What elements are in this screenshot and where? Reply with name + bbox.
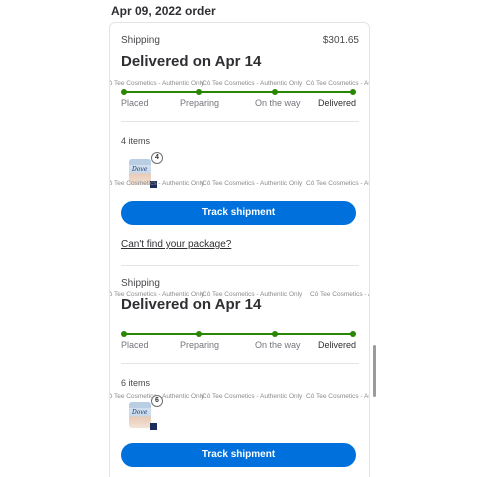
- divider: [121, 121, 359, 122]
- shipping-method-label: Shipping: [121, 35, 160, 46]
- progress-dot-delivered: [350, 331, 356, 337]
- progress-dot-on-the-way: [272, 89, 278, 95]
- product-brand-logo: Dove: [132, 409, 148, 416]
- item-quantity-badge: 4: [151, 152, 163, 164]
- watermark: Cô Tee Cosmetics - Authentic Only: [202, 80, 303, 87]
- progress-dot-placed: [121, 89, 127, 95]
- order-total: $301.65: [322, 35, 359, 46]
- divider: [121, 363, 359, 364]
- watermark: Cô Tee Cosmetics - Authentic Only: [306, 393, 369, 400]
- step-placed: Placed: [121, 340, 149, 350]
- delivery-status: Delivered on Apr 14: [121, 296, 262, 313]
- step-on-the-way: On the way: [255, 98, 301, 108]
- step-placed: Placed: [121, 98, 149, 108]
- shipping-method-label: Shipping: [121, 278, 160, 289]
- items-count: 4 items: [121, 136, 151, 146]
- item-quantity-badge: 6: [151, 395, 163, 407]
- watermark: Cô Tee Cosmetics - Authentic Only: [202, 393, 303, 400]
- step-delivered: Delivered: [318, 340, 357, 350]
- order-date-heading: Apr 09, 2022 order: [111, 4, 216, 18]
- step-preparing: Preparing: [180, 340, 220, 350]
- watermark: Cô Tee Cosmetics - Authentic Only: [306, 180, 369, 187]
- watermark: Cô Tee Cosmetics - Authentic Only: [202, 180, 303, 187]
- scrollbar[interactable]: [373, 345, 376, 397]
- divider: [121, 265, 359, 266]
- progress-line: [123, 333, 355, 335]
- watermark: Cô Tee Cosmetics - Authentic Only: [109, 180, 205, 187]
- order-card: Shipping $301.65 Delivered on Apr 14 Cô …: [109, 22, 370, 477]
- items-count: 6 items: [121, 378, 151, 388]
- product-lid: [129, 159, 151, 165]
- track-shipment-button[interactable]: Track shipment: [121, 201, 356, 225]
- step-on-the-way: On the way: [255, 340, 301, 350]
- product-brand-logo: Dove: [132, 166, 148, 173]
- step-delivered: Delivered: [318, 98, 357, 108]
- progress-dot-preparing: [196, 331, 202, 337]
- watermark: Cô Tee Cosmetics - Authentic Only: [306, 80, 369, 87]
- progress-dot-delivered: [350, 89, 356, 95]
- progress-dot-on-the-way: [272, 331, 278, 337]
- progress-dot-placed: [121, 331, 127, 337]
- delivery-status: Delivered on Apr 14: [121, 53, 262, 70]
- watermark: Cô Tee Cosmetics - Authentic Only: [109, 80, 205, 87]
- track-shipment-button[interactable]: Track shipment: [121, 443, 356, 467]
- product-thumbnail[interactable]: Dove: [129, 402, 151, 428]
- product-tag-icon: [150, 423, 157, 430]
- progress-dot-preparing: [196, 89, 202, 95]
- watermark: Cô Tee Cosmetics - Authentic Only: [310, 291, 369, 298]
- step-preparing: Preparing: [180, 98, 220, 108]
- product-lid: [129, 402, 151, 408]
- cant-find-package-link[interactable]: Can't find your package?: [121, 239, 231, 250]
- progress-line: [123, 91, 355, 93]
